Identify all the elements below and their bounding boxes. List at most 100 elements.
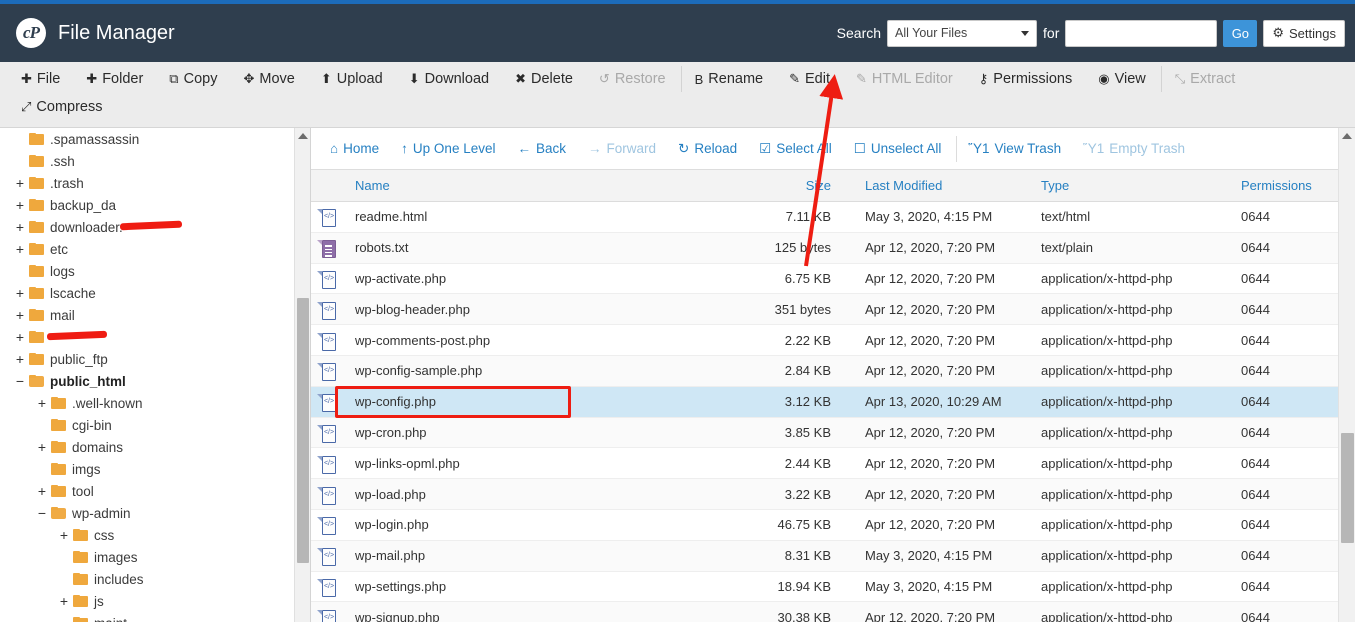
file-row[interactable]: </> wp-comments-post.php 2.22 KB Apr 12, 20… [311, 325, 1355, 356]
tree-scrollbar[interactable] [294, 128, 310, 622]
file-scroll-up-arrow-icon[interactable] [1342, 133, 1352, 139]
filenav-button-select-all[interactable]: ☑ Select All [748, 136, 843, 162]
header-search-area: Search All Your Files for Go ⚙ Settings [837, 4, 1349, 62]
tree-node-wp-admin[interactable]: − wp-admin [0, 502, 310, 524]
file-scrollbar-thumb[interactable] [1341, 433, 1354, 543]
tree-node-js[interactable]: + js [0, 590, 310, 612]
action-toolbar: ✚ File ✚ Folder ⧉ Copy ✥ Move ⬆ Upload ⬇ Download ✖ D… [0, 62, 1355, 128]
filenav-button-home[interactable]: ⌂ Home [319, 136, 390, 162]
tree-node-etc[interactable]: + etc [0, 238, 310, 260]
tree-node-css[interactable]: + css [0, 524, 310, 546]
filenav-button-back[interactable]: ← Back [506, 136, 577, 162]
file-row[interactable]: </> wp-links-opml.php 2.44 KB Apr 12, 2020,… [311, 448, 1355, 479]
tree-node-images[interactable]: images [0, 546, 310, 568]
filenav-button-view-trash[interactable]: Ὕ1 View Trash [956, 136, 1072, 162]
file-row[interactable]: </> wp-activate.php 6.75 KB Apr 12, 2020, 7… [311, 264, 1355, 295]
file-row[interactable]: </> wp-settings.php 18.94 KB May 3, 2020, 4… [311, 572, 1355, 603]
tree-node-.well-known[interactable]: + .well-known [0, 392, 310, 414]
toolbar-button-permissions[interactable]: ⚷ Permissions [966, 66, 1086, 92]
file-name-cell: wp-config.php [345, 394, 725, 409]
file-row[interactable]: </> wp-load.php 3.22 KB Apr 12, 2020, 7:20 … [311, 479, 1355, 510]
folder-icon [73, 551, 88, 563]
file-list-scrollbar[interactable] [1338, 128, 1355, 622]
toolbar-button-upload[interactable]: ⬆ Upload [308, 66, 396, 92]
tree-expand-icon[interactable]: + [36, 396, 48, 410]
filenav-button-reload[interactable]: ↻ Reload [667, 136, 748, 162]
file-row[interactable]: </> wp-config.php 3.12 KB Apr 13, 2020, 10:… [311, 387, 1355, 418]
toolbar-button-folder[interactable]: ✚ Folder [73, 66, 156, 92]
tree-node-lscache[interactable]: + lscache [0, 282, 310, 304]
tree-expand-icon[interactable]: + [58, 528, 70, 542]
column-header-size[interactable]: Size [725, 178, 835, 193]
search-input[interactable] [1065, 20, 1217, 47]
tree-expand-icon[interactable]: + [36, 440, 48, 454]
tree-node-domains[interactable]: + domains [0, 436, 310, 458]
tree-node-.ssh[interactable]: .ssh [0, 150, 310, 172]
file-row[interactable]: </> wp-cron.php 3.85 KB Apr 12, 2020, 7:20 … [311, 418, 1355, 449]
file-row[interactable]: robots.txt 125 bytes Apr 12, 2020, 7:20 PM… [311, 233, 1355, 264]
tree-expand-icon[interactable]: + [58, 594, 70, 608]
file-row[interactable]: </> wp-mail.php 8.31 KB May 3, 2020, 4:15 P… [311, 541, 1355, 572]
search-scope-select[interactable]: All Your Files [887, 20, 1037, 47]
tree-node-backup_da[interactable]: + backup_da [0, 194, 310, 216]
tree-collapse-icon[interactable]: − [14, 374, 26, 388]
tree-node-.trash[interactable]: + .trash [0, 172, 310, 194]
file-type-cell: application/x-httpd-php [1025, 425, 1235, 440]
toolbar-button-rename[interactable]: ὜B Rename [681, 66, 776, 92]
tree-expand-icon[interactable]: + [14, 286, 26, 300]
tree-node-includes[interactable]: includes [0, 568, 310, 590]
column-header-last-modified[interactable]: Last Modified [835, 178, 1025, 193]
search-go-button[interactable]: Go [1223, 20, 1257, 47]
tree-node-label: backup_da [50, 198, 116, 213]
tree-expand-icon[interactable]: + [14, 330, 26, 344]
tree-node-redacted-folder-9[interactable]: + [0, 326, 310, 348]
toolbar-button-edit[interactable]: ✎ Edit [776, 66, 843, 92]
tree-node-tool[interactable]: + tool [0, 480, 310, 502]
tree-node-public_ftp[interactable]: + public_ftp [0, 348, 310, 370]
tree-collapse-icon[interactable]: − [36, 506, 48, 520]
file-row[interactable]: </> wp-signup.php 30.38 KB Apr 12, 2020, 7:… [311, 602, 1355, 622]
toolbar-button-extract: ⤡ Extract [1161, 66, 1249, 92]
tree-node-imgs[interactable]: imgs [0, 458, 310, 480]
tree-expand-icon[interactable]: + [14, 308, 26, 322]
column-header-type[interactable]: Type [1025, 178, 1235, 193]
tree-expand-icon[interactable]: + [14, 352, 26, 366]
file-modified-cell: May 3, 2020, 4:15 PM [835, 209, 1025, 224]
tree-scrollbar-thumb[interactable] [297, 298, 309, 563]
tree-expand-icon[interactable]: + [36, 484, 48, 498]
toolbar-button-view[interactable]: ◉ View [1085, 66, 1159, 92]
settings-button[interactable]: ⚙ Settings [1263, 20, 1345, 47]
toolbar-button-download[interactable]: ⬇ Download [396, 66, 502, 92]
scroll-up-arrow-icon[interactable] [298, 133, 308, 139]
file-row[interactable]: </> readme.html 7.11 KB May 3, 2020, 4:15 P… [311, 202, 1355, 233]
tree-node-logs[interactable]: logs [0, 260, 310, 282]
tree-node-maint[interactable]: maint [0, 612, 310, 622]
tree-node-public_html[interactable]: − public_html [0, 370, 310, 392]
file-row[interactable]: </> wp-blog-header.php 351 bytes Apr 12, 20… [311, 294, 1355, 325]
tree-node-label: domains [72, 440, 123, 455]
toolbar-button-copy[interactable]: ⧉ Copy [156, 66, 230, 92]
tree-node-cgi-bin[interactable]: cgi-bin [0, 414, 310, 436]
tree-expand-icon[interactable]: + [14, 198, 26, 212]
toolbar-button-label: Restore [615, 71, 666, 87]
filenav-button-up-one-level[interactable]: ↑ Up One Level [390, 136, 506, 162]
toolbar-button-delete[interactable]: ✖ Delete [502, 66, 586, 92]
pencil-icon: ✎ [789, 71, 800, 87]
tree-expand-icon[interactable]: + [14, 220, 26, 234]
file-type-cell: application/x-httpd-php [1025, 456, 1235, 471]
file-row[interactable]: </> wp-config-sample.php 2.84 KB Apr 12, 20… [311, 356, 1355, 387]
toolbar-button-compress[interactable]: ⤢ Compress [8, 94, 115, 120]
tree-expand-icon[interactable]: + [14, 176, 26, 190]
toolbar-button-file[interactable]: ✚ File [8, 66, 73, 92]
folder-icon [29, 199, 44, 211]
folder-icon [29, 243, 44, 255]
column-header-permissions[interactable]: Permissions [1235, 178, 1335, 193]
column-header-name[interactable]: Name [345, 178, 725, 193]
tree-node-downloader.[interactable]: + downloader. [0, 216, 310, 238]
filenav-button-unselect-all[interactable]: ☐ Unselect All [843, 136, 953, 162]
tree-node-mail[interactable]: + mail [0, 304, 310, 326]
tree-node-.spamassassin[interactable]: .spamassassin [0, 128, 310, 150]
tree-expand-icon[interactable]: + [14, 242, 26, 256]
toolbar-button-move[interactable]: ✥ Move [230, 66, 307, 92]
file-row[interactable]: </> wp-login.php 46.75 KB Apr 12, 2020, 7:2… [311, 510, 1355, 541]
